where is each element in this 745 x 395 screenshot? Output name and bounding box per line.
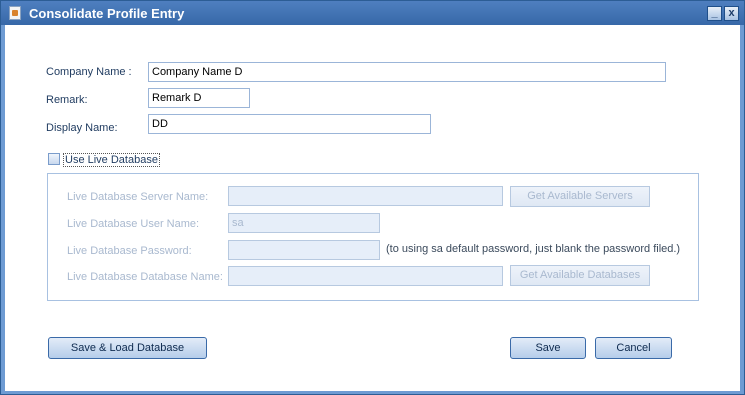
document-icon (9, 6, 21, 20)
save-button[interactable]: Save (510, 337, 586, 359)
display-name-input[interactable]: DD (148, 114, 431, 134)
password-hint: (to using sa default password, just blan… (386, 243, 681, 255)
database-name-input[interactable] (228, 266, 503, 286)
dialog-body: Company Name : Company Name D Remark: Re… (5, 25, 740, 391)
database-name-label: Live Database Database Name: (67, 271, 223, 283)
window-title: Consolidate Profile Entry (29, 6, 185, 21)
close-button[interactable]: x (724, 6, 739, 21)
cancel-button[interactable]: Cancel (595, 337, 672, 359)
remark-input[interactable]: Remark D (148, 88, 250, 108)
use-live-database-label[interactable]: Use Live Database (63, 153, 160, 167)
dialog-window: Consolidate Profile Entry _ x Company Na… (0, 0, 745, 395)
save-load-database-button[interactable]: Save & Load Database (48, 337, 207, 359)
title-bar[interactable]: Consolidate Profile Entry _ x (1, 1, 744, 25)
get-available-databases-button[interactable]: Get Available Databases (510, 265, 650, 286)
server-name-input[interactable] (228, 186, 503, 206)
user-name-label: Live Database User Name: (67, 218, 200, 230)
password-label: Live Database Password: (67, 245, 192, 257)
minimize-button[interactable]: _ (707, 6, 722, 21)
user-name-input[interactable]: sa (228, 213, 380, 233)
password-input[interactable] (228, 240, 380, 260)
server-name-label: Live Database Server Name: (67, 191, 209, 203)
display-name-label: Display Name: (46, 122, 118, 134)
company-name-label: Company Name : (46, 66, 132, 78)
use-live-database-checkbox[interactable] (48, 153, 60, 165)
get-available-servers-button[interactable]: Get Available Servers (510, 186, 650, 207)
remark-label: Remark: (46, 94, 88, 106)
company-name-input[interactable]: Company Name D (148, 62, 666, 82)
